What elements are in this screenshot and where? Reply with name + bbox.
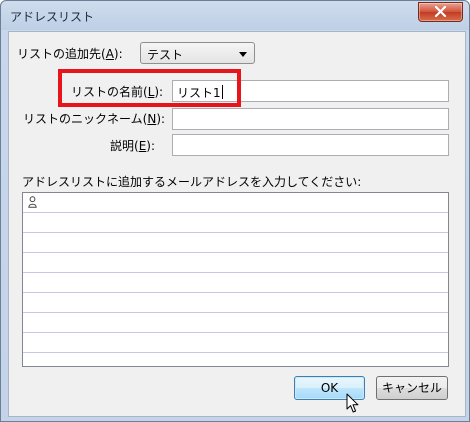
address-list[interactable] bbox=[22, 192, 449, 367]
nickname-label: リストのニックネーム(N): bbox=[23, 112, 166, 126]
person-icon bbox=[28, 196, 37, 208]
list-item[interactable] bbox=[23, 293, 448, 313]
mouse-pointer-icon bbox=[346, 393, 359, 413]
list-item[interactable] bbox=[23, 213, 448, 233]
add-to-label: リストの追加先(A): bbox=[17, 47, 123, 61]
list-item[interactable] bbox=[23, 353, 448, 373]
description-input[interactable] bbox=[172, 134, 449, 156]
close-button[interactable] bbox=[418, 2, 463, 22]
address-list-label: アドレスリストに追加するメールアドレスを入力してください: bbox=[22, 175, 362, 189]
list-item[interactable] bbox=[23, 313, 448, 333]
title-bar[interactable]: アドレスリスト bbox=[1, 1, 469, 30]
address-list-dialog: アドレスリスト リストの追加先(A): テスト リストの名前(L): リスト1 … bbox=[0, 0, 470, 422]
add-to-dropdown[interactable]: テスト bbox=[140, 42, 255, 64]
list-item[interactable] bbox=[23, 333, 448, 353]
dialog-body: リストの追加先(A): テスト リストの名前(L): リスト1 リストのニックネ… bbox=[8, 31, 466, 417]
list-item[interactable] bbox=[23, 233, 448, 253]
nickname-input[interactable] bbox=[172, 108, 449, 130]
window-title: アドレスリスト bbox=[10, 10, 95, 24]
add-to-selected-value: テスト bbox=[147, 48, 184, 62]
list-item[interactable] bbox=[23, 273, 448, 293]
list-item[interactable] bbox=[23, 253, 448, 273]
chevron-down-icon bbox=[239, 52, 247, 57]
red-highlight-box bbox=[58, 69, 241, 107]
cancel-button[interactable]: キャンセル bbox=[376, 376, 448, 400]
close-icon bbox=[434, 6, 447, 17]
list-item[interactable] bbox=[23, 193, 448, 213]
description-label: 説明(E): bbox=[110, 139, 156, 153]
